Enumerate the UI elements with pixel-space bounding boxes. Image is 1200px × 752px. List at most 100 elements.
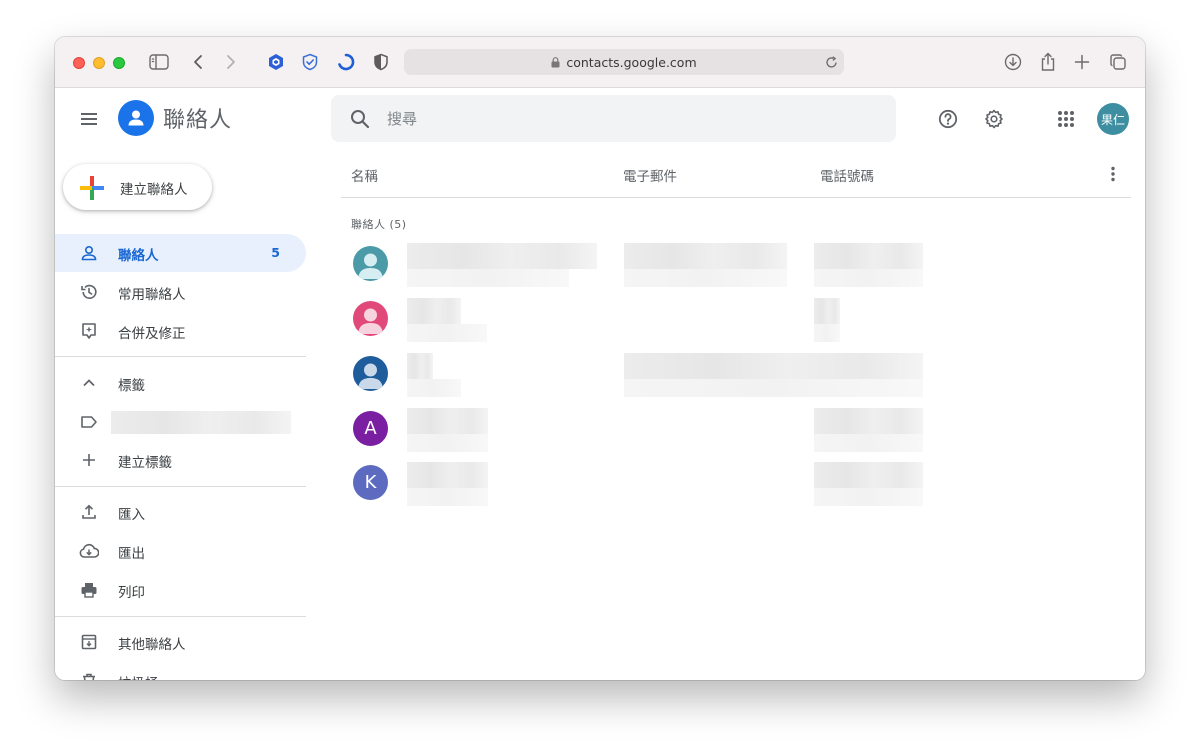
trash-icon [79,671,99,680]
table-row[interactable] [341,346,1131,400]
letter-avatar: A [353,411,388,446]
person-icon [79,243,99,263]
sidebar-item-trash[interactable]: 垃圾桶 [55,662,306,680]
redacted-phone-extra [814,324,840,342]
zoom-window-button[interactable] [113,57,125,69]
table-row[interactable]: A [341,401,1131,455]
sidebar-item-contacts[interactable]: 聯絡人 5 [55,234,306,272]
redacted-name [407,243,597,269]
more-options-icon[interactable] [1103,164,1123,184]
labels-section-toggle[interactable]: 標籤 [55,364,306,402]
extension-shield-icon[interactable] [300,52,320,72]
redacted-name [407,408,488,434]
plus-icon [79,450,99,470]
back-icon[interactable] [188,52,208,72]
address-bar[interactable]: contacts.google.com [404,49,844,75]
contacts-app: 聯絡人 果仁 建立聯 [55,88,1145,680]
contacts-section-label: 聯絡人 (5) [351,218,407,231]
help-icon[interactable] [936,107,960,131]
sidebar-item-other-contacts[interactable]: 其他聯絡人 [55,623,306,661]
merge-fix-icon [79,321,99,341]
labels-section-title: 標籤 [118,378,145,394]
search-bar[interactable] [331,95,896,142]
person-avatar-icon [353,356,388,391]
redacted-phone-extra [814,269,923,287]
redacted-phone [814,408,923,434]
search-input[interactable] [387,107,867,131]
apps-grid-icon[interactable] [1054,107,1078,131]
chevron-up-icon [79,373,99,393]
forward-icon[interactable] [221,52,241,72]
sidebar-item-label: 聯絡人 [118,248,159,264]
sidebar-item-frequent[interactable]: 常用聯絡人 [55,273,306,311]
redacted-subtitle [407,434,488,452]
redacted-phone-extra [814,434,923,452]
lock-icon [551,56,560,68]
redacted-email-extra [624,269,787,287]
printer-icon [79,580,99,600]
contacts-logo-icon [118,100,154,136]
sidebar-item-label: 常用聯絡人 [118,287,186,303]
redacted-email [624,353,923,379]
column-header-email[interactable]: 電子郵件 [623,165,677,185]
column-header-phone[interactable]: 電話號碼 [820,165,874,185]
create-contact-button[interactable]: 建立聯絡人 [63,164,212,210]
sidebar-item-label: 其他聯絡人 [118,637,186,653]
redacted-email [624,243,787,269]
redacted-phone [814,243,923,269]
sidebar-toggle-icon[interactable] [148,52,170,72]
person-avatar-icon [353,301,388,336]
user-avatar[interactable]: 果仁 [1097,103,1129,135]
upload-icon [79,502,99,522]
redacted-subtitle [407,324,487,342]
minimize-window-button[interactable] [93,57,105,69]
contacts-count-badge: 5 [271,245,280,260]
redacted-subtitle [407,379,461,397]
redacted-phone-extra [814,488,923,506]
sidebar-item-label: 列印 [118,585,145,601]
create-label-button[interactable]: 建立標籤 [55,441,306,479]
sidebar-item-label: 垃圾桶 [118,672,159,680]
redacted-subtitle [407,488,488,506]
archive-icon [79,632,99,652]
sidebar-item-export[interactable]: 匯出 [55,532,306,570]
sidebar-item-label: 匯入 [118,507,145,523]
address-url: contacts.google.com [566,54,697,70]
person-avatar-icon [353,246,388,281]
tab-overview-icon[interactable] [1108,52,1128,72]
search-icon[interactable] [349,108,371,134]
sidebar-item-label-hidden[interactable] [55,403,306,441]
redacted-label-name [111,411,291,434]
cloud-download-icon [79,541,99,561]
table-row[interactable] [341,236,1131,290]
sidebar-item-label: 匯出 [118,546,145,562]
colorful-plus-icon [79,175,105,205]
sidebar-item-import[interactable]: 匯入 [55,493,306,531]
share-icon[interactable] [1038,51,1058,73]
column-header-name[interactable]: 名稱 [351,165,378,185]
reload-icon[interactable] [823,54,839,70]
sidebar-item-merge-fix[interactable]: 合併及修正 [55,312,306,350]
app-title: 聯絡人 [163,108,233,133]
sidebar-item-print[interactable]: 列印 [55,571,306,609]
browser-toolbar: contacts.google.com [55,37,1145,88]
redacted-name [407,353,433,379]
new-tab-icon[interactable] [1072,52,1092,72]
privacy-shield-icon[interactable] [371,52,391,72]
close-window-button[interactable] [73,57,85,69]
redacted-phone [814,462,923,488]
main-menu-icon[interactable] [79,109,99,129]
sidebar-item-label: 合併及修正 [118,326,186,342]
redacted-phone [814,298,840,324]
history-icon [79,282,99,302]
label-tag-icon [79,412,99,432]
redacted-subtitle [407,269,569,287]
settings-gear-icon[interactable] [982,107,1006,131]
extension-loading-icon[interactable] [336,52,356,72]
sidebar-divider [55,486,306,487]
table-row[interactable] [341,291,1131,345]
table-row[interactable]: K [341,455,1131,509]
sidebar-divider [55,356,306,357]
extension-hexagon-icon[interactable] [266,52,286,72]
downloads-icon[interactable] [1003,52,1023,72]
